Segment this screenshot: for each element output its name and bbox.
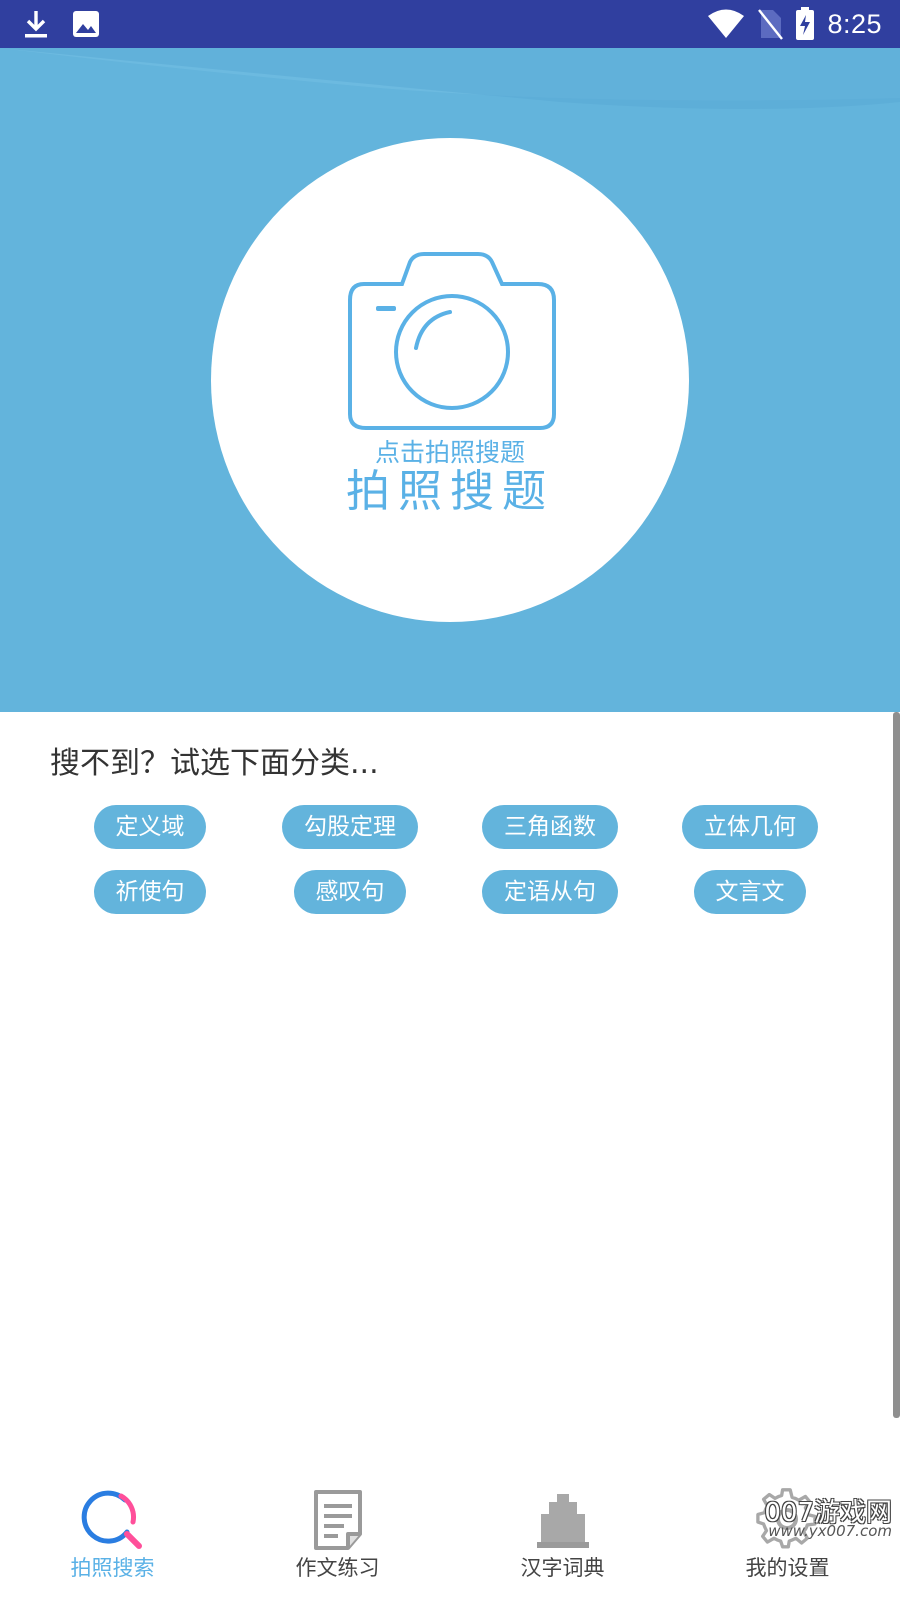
category-chip[interactable]: 文言文 bbox=[694, 870, 806, 914]
category-chip[interactable]: 祈使句 bbox=[94, 870, 206, 914]
category-heading: 搜不到？试选下面分类... bbox=[50, 746, 379, 781]
download-icon bbox=[25, 11, 47, 38]
watermark-title: 007游戏网 bbox=[764, 1498, 892, 1528]
category-chip[interactable]: 感叹句 bbox=[294, 870, 406, 914]
nav-label: 作文练习 bbox=[295, 1556, 380, 1580]
camera-hint-text: 点击拍照搜题 bbox=[374, 438, 525, 467]
nav-label: 我的设置 bbox=[745, 1556, 830, 1580]
search-icon bbox=[81, 1490, 142, 1549]
battery-charging-icon bbox=[796, 7, 815, 40]
category-chip[interactable]: 勾股定理 bbox=[282, 805, 418, 849]
dictionary-icon bbox=[536, 1494, 589, 1548]
category-chip[interactable]: 定义域 bbox=[94, 805, 206, 849]
document-icon bbox=[313, 1490, 362, 1550]
photo-search-button[interactable]: 点击拍照搜题 拍照搜题 bbox=[211, 138, 689, 622]
category-chip[interactable]: 立体几何 bbox=[682, 805, 818, 849]
hero-wave bbox=[0, 48, 900, 109]
category-chip[interactable]: 三角函数 bbox=[482, 805, 618, 849]
scrollbar[interactable] bbox=[893, 712, 900, 1418]
image-icon bbox=[73, 11, 99, 37]
status-bar: 8:25 bbox=[0, 0, 900, 48]
category-chip[interactable]: 定语从句 bbox=[482, 870, 618, 914]
watermark: 007游戏网 www.yx007.com bbox=[742, 1498, 892, 1540]
nav-label: 拍照搜索 bbox=[70, 1556, 155, 1580]
no-sim-icon bbox=[758, 9, 784, 40]
camera-icon bbox=[348, 252, 556, 430]
hero-banner: 点击拍照搜题 拍照搜题 bbox=[0, 48, 900, 712]
wifi-icon bbox=[708, 9, 745, 38]
status-time: 8:25 bbox=[827, 8, 882, 39]
nav-item-dictionary[interactable]: 汉字词典 bbox=[450, 1464, 675, 1600]
camera-title: 拍照搜题 bbox=[346, 466, 554, 517]
nav-item-essay[interactable]: 作文练习 bbox=[225, 1464, 450, 1600]
nav-item-photo-search[interactable]: 拍照搜索 bbox=[0, 1464, 225, 1600]
nav-label: 汉字词典 bbox=[520, 1556, 605, 1580]
